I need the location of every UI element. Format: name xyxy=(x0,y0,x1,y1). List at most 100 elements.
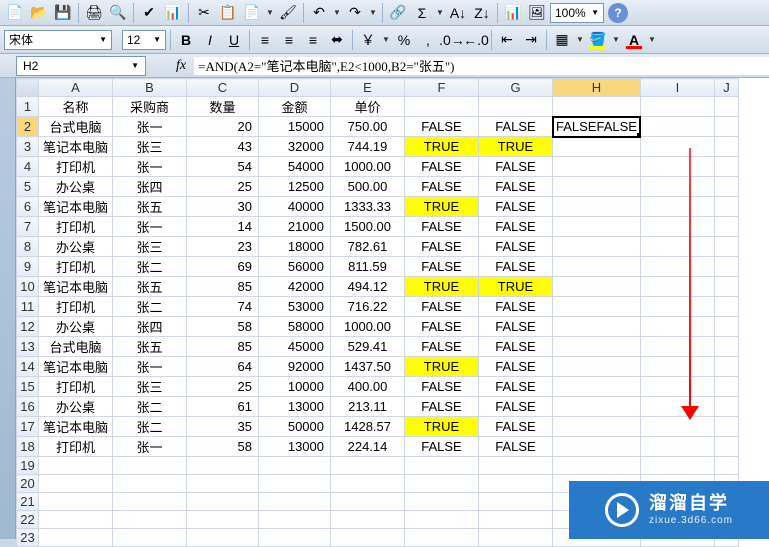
cell-E20[interactable] xyxy=(331,475,405,493)
cell-F20[interactable] xyxy=(405,475,479,493)
cell-I17[interactable] xyxy=(640,417,714,437)
cell-J13[interactable] xyxy=(714,337,738,357)
cell-B12[interactable]: 张四 xyxy=(113,317,187,337)
font-size-select[interactable]: 12▼ xyxy=(122,30,166,50)
autosum-dropdown[interactable]: ▼ xyxy=(435,2,445,24)
cell-G5[interactable]: FALSE xyxy=(479,177,553,197)
cell-G23[interactable] xyxy=(479,529,553,547)
font-color-icon[interactable]: A xyxy=(623,29,645,51)
cell-F1[interactable] xyxy=(405,97,479,117)
row-header-1[interactable]: 1 xyxy=(17,97,39,117)
new-icon[interactable]: 📄 xyxy=(4,2,26,24)
cell-H5[interactable] xyxy=(553,177,641,197)
cell-F15[interactable]: FALSE xyxy=(405,377,479,397)
cell-J8[interactable] xyxy=(714,237,738,257)
cell-H18[interactable] xyxy=(553,437,641,457)
cell-D11[interactable]: 53000 xyxy=(259,297,331,317)
cell-D13[interactable]: 45000 xyxy=(259,337,331,357)
cell-F9[interactable]: FALSE xyxy=(405,257,479,277)
cell-C14[interactable]: 64 xyxy=(187,357,259,377)
cell-A5[interactable]: 办公桌 xyxy=(39,177,113,197)
formula-input[interactable]: =AND(A2="笔记本电脑",E2<1000,B2="张五") xyxy=(194,57,769,75)
cell-H11[interactable] xyxy=(553,297,641,317)
cell-B8[interactable]: 张三 xyxy=(113,237,187,257)
cell-E5[interactable]: 500.00 xyxy=(331,177,405,197)
cell-I18[interactable] xyxy=(640,437,714,457)
cell-A10[interactable]: 笔记本电脑 xyxy=(39,277,113,297)
cell-A19[interactable] xyxy=(39,457,113,475)
row-header-19[interactable]: 19 xyxy=(17,457,39,475)
cell-A22[interactable] xyxy=(39,511,113,529)
cell-C13[interactable]: 85 xyxy=(187,337,259,357)
cell-E21[interactable] xyxy=(331,493,405,511)
cell-J4[interactable] xyxy=(714,157,738,177)
cell-C6[interactable]: 30 xyxy=(187,197,259,217)
cell-D23[interactable] xyxy=(259,529,331,547)
cell-B11[interactable]: 张二 xyxy=(113,297,187,317)
cell-D3[interactable]: 32000 xyxy=(259,137,331,157)
cell-D17[interactable]: 50000 xyxy=(259,417,331,437)
underline-icon[interactable]: U xyxy=(223,29,245,51)
cell-J3[interactable] xyxy=(714,137,738,157)
cell-J2[interactable] xyxy=(714,117,738,137)
cell-I1[interactable] xyxy=(640,97,714,117)
cell-I19[interactable] xyxy=(640,457,714,475)
cell-E7[interactable]: 1500.00 xyxy=(331,217,405,237)
name-box[interactable]: H2▼ xyxy=(16,56,146,76)
paste-dropdown[interactable]: ▼ xyxy=(265,2,275,24)
col-header-B[interactable]: B xyxy=(113,79,187,97)
cell-E4[interactable]: 1000.00 xyxy=(331,157,405,177)
cell-C7[interactable]: 14 xyxy=(187,217,259,237)
cell-E14[interactable]: 1437.50 xyxy=(331,357,405,377)
row-header-11[interactable]: 11 xyxy=(17,297,39,317)
row-header-5[interactable]: 5 xyxy=(17,177,39,197)
save-icon[interactable]: 💾 xyxy=(52,2,74,24)
row-header-9[interactable]: 9 xyxy=(17,257,39,277)
spreadsheet-grid[interactable]: ABCDEFGHIJ 1名称采购商数量金额单价2台式电脑张一2015000750… xyxy=(16,78,739,547)
inc-decimal-icon[interactable]: .0→ xyxy=(441,29,463,51)
col-header-F[interactable]: F xyxy=(405,79,479,97)
cell-J5[interactable] xyxy=(714,177,738,197)
cell-D18[interactable]: 13000 xyxy=(259,437,331,457)
cell-F16[interactable]: FALSE xyxy=(405,397,479,417)
cell-F6[interactable]: TRUE xyxy=(405,197,479,217)
cell-F4[interactable]: FALSE xyxy=(405,157,479,177)
cell-I3[interactable] xyxy=(640,137,714,157)
cell-A21[interactable] xyxy=(39,493,113,511)
cell-F7[interactable]: FALSE xyxy=(405,217,479,237)
cell-J17[interactable] xyxy=(714,417,738,437)
autosum-icon[interactable]: Σ xyxy=(411,2,433,24)
cell-D9[interactable]: 56000 xyxy=(259,257,331,277)
cell-G17[interactable]: FALSE xyxy=(479,417,553,437)
row-header-23[interactable]: 23 xyxy=(17,529,39,547)
cell-C12[interactable]: 58 xyxy=(187,317,259,337)
cell-F14[interactable]: TRUE xyxy=(405,357,479,377)
cell-F13[interactable]: FALSE xyxy=(405,337,479,357)
cell-G13[interactable]: FALSE xyxy=(479,337,553,357)
cell-G6[interactable]: FALSE xyxy=(479,197,553,217)
cell-B7[interactable]: 张一 xyxy=(113,217,187,237)
cut-icon[interactable]: ✂ xyxy=(193,2,215,24)
cell-G12[interactable]: FALSE xyxy=(479,317,553,337)
cell-I15[interactable] xyxy=(640,377,714,397)
cell-B20[interactable] xyxy=(113,475,187,493)
cell-J7[interactable] xyxy=(714,217,738,237)
zoom-select[interactable]: 100%▼ xyxy=(550,3,604,23)
format-painter-icon[interactable]: 🖌 xyxy=(277,2,299,24)
row-header-7[interactable]: 7 xyxy=(17,217,39,237)
cell-B17[interactable]: 张二 xyxy=(113,417,187,437)
row-header-17[interactable]: 17 xyxy=(17,417,39,437)
cell-D8[interactable]: 18000 xyxy=(259,237,331,257)
cell-D21[interactable] xyxy=(259,493,331,511)
cell-I2[interactable] xyxy=(640,117,714,137)
cell-D4[interactable]: 54000 xyxy=(259,157,331,177)
cell-E23[interactable] xyxy=(331,529,405,547)
hyperlink-icon[interactable]: 🔗 xyxy=(387,2,409,24)
fill-handle[interactable] xyxy=(637,133,641,137)
cell-F23[interactable] xyxy=(405,529,479,547)
cell-B18[interactable]: 张一 xyxy=(113,437,187,457)
cell-C10[interactable]: 85 xyxy=(187,277,259,297)
cell-J18[interactable] xyxy=(714,437,738,457)
help-icon[interactable]: ? xyxy=(608,3,628,23)
cell-E11[interactable]: 716.22 xyxy=(331,297,405,317)
